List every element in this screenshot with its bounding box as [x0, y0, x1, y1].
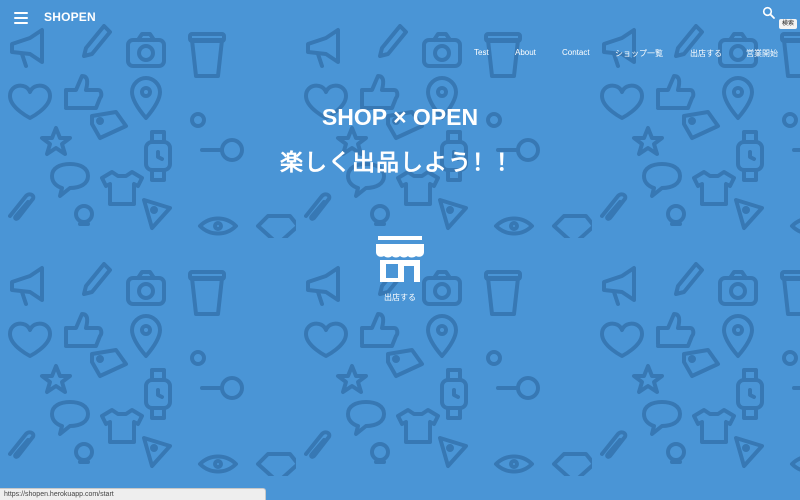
nav-link-start-business[interactable]: 営業開始: [746, 48, 778, 59]
open-shop-button[interactable]: 出店する: [366, 234, 434, 310]
menu-line: [14, 17, 28, 19]
open-shop-label: 出店する: [384, 293, 416, 302]
search-icon[interactable]: [762, 5, 776, 19]
search-tooltip: 検索: [779, 19, 798, 29]
nav-link-open-shop[interactable]: 出店する: [690, 48, 722, 59]
menu-line: [14, 22, 28, 24]
nav-link-shop-list[interactable]: ショップ一覧: [615, 48, 663, 59]
hero-subtitle: 楽しく出品しよう！！: [280, 150, 520, 176]
menu-line: [14, 12, 28, 14]
nav-link-contact[interactable]: Contact: [562, 48, 590, 57]
hamburger-menu-icon[interactable]: [14, 12, 28, 24]
hero-title: SHOP × OPEN: [321, 104, 479, 130]
store-icon: [376, 236, 424, 282]
browser-status-bar: https://shopen.herokuapp.com/start: [0, 488, 266, 500]
main-nav: Test About Contact ショップ一覧 出店する 営業開始: [0, 48, 800, 62]
nav-link-about[interactable]: About: [515, 48, 536, 57]
nav-link-test[interactable]: Test: [474, 48, 489, 57]
brand-logo-text[interactable]: SHOPEN: [44, 10, 96, 24]
